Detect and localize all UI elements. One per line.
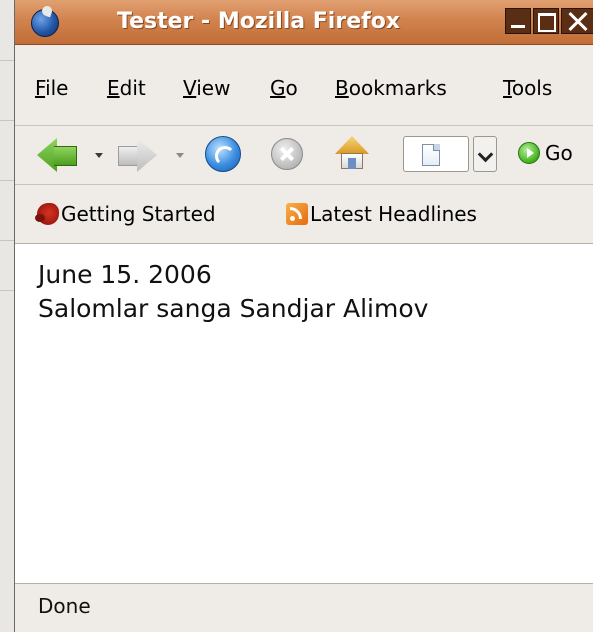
stop-icon[interactable] <box>271 138 303 170</box>
location-bar[interactable] <box>403 136 469 172</box>
back-history-dropdown[interactable] <box>95 153 103 158</box>
menu-bookmarks[interactable]: Bookmarks <box>335 76 447 100</box>
menu-tools-mnemonic: T <box>503 76 512 100</box>
rss-icon <box>286 203 308 225</box>
content-date: June 15. 2006 <box>38 260 212 289</box>
menu-go[interactable]: Go <box>270 76 298 100</box>
back-arrow-tail <box>54 146 77 166</box>
home-roof <box>335 136 369 154</box>
reload-icon[interactable] <box>205 136 241 172</box>
menu-bookmarks-label: ookmarks <box>348 76 447 100</box>
menu-go-mnemonic: G <box>270 76 286 100</box>
menu-edit[interactable]: Edit <box>107 76 146 100</box>
status-text: Done <box>38 594 91 618</box>
forward-arrow-tail <box>118 146 139 166</box>
page-icon <box>422 144 440 166</box>
menu-edit-label: dit <box>119 76 146 100</box>
home-icon[interactable] <box>335 136 369 170</box>
menu-view[interactable]: View <box>183 76 230 100</box>
home-door <box>348 158 356 169</box>
menu-file[interactable]: File <box>35 76 68 100</box>
menu-view-mnemonic: V <box>183 76 197 100</box>
menu-file-label: ile <box>45 76 69 100</box>
page-content: June 15. 2006 Salomlar sanga Sandjar Ali… <box>15 244 593 583</box>
bookmark-label: Latest Headlines <box>310 202 477 226</box>
menu-file-mnemonic: F <box>35 76 46 100</box>
close-button[interactable] <box>561 8 593 34</box>
navigation-toolbar: Go <box>15 126 593 185</box>
menu-tools[interactable]: Tools <box>503 76 552 100</box>
content-greeting: Salomlar sanga Sandjar Alimov <box>38 294 429 323</box>
desktop-background <box>0 0 15 632</box>
go-label: Go <box>545 141 573 165</box>
firefox-icon <box>35 203 59 225</box>
status-bar: Done <box>15 583 593 632</box>
title-bar[interactable]: Tester - Mozilla Firefox <box>15 0 593 45</box>
menu-go-label: o <box>285 76 298 100</box>
bookmarks-toolbar: Getting Started Latest Headlines <box>15 185 593 244</box>
menu-bar: File Edit View Go Bookmarks Tools <box>15 45 593 126</box>
bookmark-label: Getting Started <box>61 202 216 226</box>
minimize-button[interactable] <box>505 8 531 34</box>
menu-tools-label: ools <box>511 76 553 100</box>
browser-window: Tester - Mozilla Firefox File Edit View … <box>14 0 593 632</box>
menu-view-label: iew <box>196 76 231 100</box>
forward-arrow-icon <box>137 138 157 172</box>
firefox-globe-icon[interactable] <box>31 9 59 37</box>
window-title: Tester - Mozilla Firefox <box>117 9 400 34</box>
menu-edit-mnemonic: E <box>107 76 120 100</box>
menu-bookmarks-mnemonic: B <box>335 76 349 100</box>
go-arrow-icon <box>518 142 540 164</box>
maximize-button[interactable] <box>533 8 559 34</box>
location-dropdown-button[interactable] <box>473 136 497 172</box>
forward-history-dropdown[interactable] <box>176 153 184 158</box>
